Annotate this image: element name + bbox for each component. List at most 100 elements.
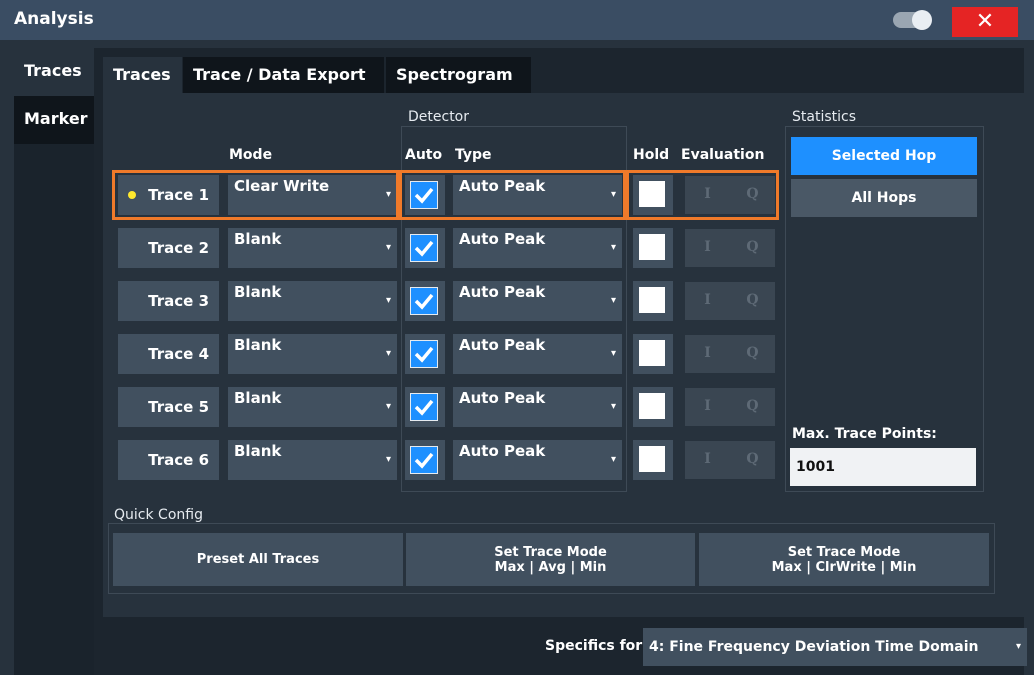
detector-type-value: Auto Peak [459, 336, 546, 354]
checkbox-checked-icon [410, 287, 438, 315]
trace-mode-dropdown[interactable]: Blank ▾ [228, 387, 397, 427]
detector-type-dropdown[interactable]: Auto Peak ▾ [453, 334, 622, 374]
set-trace-mode-max-avg-min-button[interactable]: Set Trace Mode Max | Avg | Min [406, 533, 695, 586]
evaluation-iq-toggle[interactable]: I Q [685, 282, 775, 320]
specifics-label: Specifics for [545, 638, 643, 654]
detector-type-dropdown[interactable]: Auto Peak ▾ [453, 175, 622, 215]
evaluation-iq-toggle[interactable]: I Q [685, 335, 775, 373]
all-hops-button[interactable]: All Hops [791, 179, 977, 217]
specifics-dropdown[interactable]: 4: Fine Frequency Deviation Time Domain … [643, 628, 1027, 666]
eval-i-label: I [704, 398, 711, 414]
auto-detector-checkbox[interactable] [405, 175, 445, 215]
trace-name: Trace 6 [148, 451, 209, 469]
specifics-value: 4: Fine Frequency Deviation Time Domain [649, 639, 979, 655]
trace-mode-dropdown[interactable]: Blank ▾ [228, 440, 397, 480]
auto-detector-checkbox[interactable] [405, 228, 445, 268]
tab-trace-data-export[interactable]: Trace / Data Export [183, 57, 384, 94]
trace-name: Trace 4 [148, 345, 209, 363]
dialog-title: Analysis [14, 9, 94, 29]
close-button[interactable]: ✕ [952, 7, 1018, 37]
evaluation-iq-toggle[interactable]: I Q [685, 441, 775, 479]
hold-checkbox[interactable] [633, 228, 673, 268]
detector-type-dropdown[interactable]: Auto Peak ▾ [453, 387, 622, 427]
hold-checkbox[interactable] [633, 387, 673, 427]
quick-config-label: Quick Config [114, 507, 203, 523]
chevron-down-icon: ▾ [385, 242, 391, 253]
chevron-down-icon: ▾ [610, 348, 616, 359]
trace-name: Trace 3 [148, 292, 209, 310]
toggle-knob [912, 10, 932, 30]
trace-mode-dropdown[interactable]: Blank ▾ [228, 228, 397, 268]
evaluation-iq-toggle[interactable]: I Q [685, 176, 775, 214]
trace-button[interactable]: Trace 4 [118, 334, 219, 374]
set-trace-mode-label-2: Set Trace Mode [787, 544, 901, 560]
hold-checkbox[interactable] [633, 175, 673, 215]
trace-button[interactable]: Trace 6 [118, 440, 219, 480]
checkbox-checked-icon [410, 340, 438, 368]
detector-type-value: Auto Peak [459, 389, 546, 407]
chevron-down-icon: ▾ [1015, 641, 1021, 652]
hold-checkbox[interactable] [633, 334, 673, 374]
tab-traces[interactable]: Traces [103, 57, 182, 94]
checkbox-checked-icon [410, 446, 438, 474]
auto-detector-checkbox[interactable] [405, 387, 445, 427]
side-tab-marker[interactable]: Marker [14, 96, 94, 144]
detector-type-dropdown[interactable]: Auto Peak ▾ [453, 228, 622, 268]
statistics-label: Statistics [792, 109, 856, 125]
trace-mode-dropdown[interactable]: Blank ▾ [228, 281, 397, 321]
trace-name: Trace 5 [148, 398, 209, 416]
trace-button[interactable]: Trace 1 [118, 175, 219, 215]
trace-mode-dropdown[interactable]: Clear Write ▾ [228, 175, 397, 215]
evaluation-iq-toggle[interactable]: I Q [685, 388, 775, 426]
trace-mode-dropdown[interactable]: Blank ▾ [228, 334, 397, 374]
detector-type-value: Auto Peak [459, 283, 546, 301]
hold-header: Hold [633, 147, 670, 163]
checkbox-empty-icon [639, 340, 665, 366]
set-trace-mode-label-1: Set Trace Mode [494, 544, 607, 560]
chevron-down-icon: ▾ [610, 242, 616, 253]
max-trace-points-label: Max. Trace Points: [792, 426, 937, 442]
chevron-down-icon: ▾ [610, 295, 616, 306]
max-trace-points-input[interactable]: 1001 [790, 448, 976, 486]
evaluation-iq-toggle[interactable]: I Q [685, 229, 775, 267]
checkbox-empty-icon [639, 181, 665, 207]
close-icon: ✕ [975, 9, 995, 34]
preset-all-traces-button[interactable]: Preset All Traces [113, 533, 403, 586]
trace-mode-value: Blank [234, 389, 282, 407]
hold-checkbox[interactable] [633, 281, 673, 321]
hold-checkbox[interactable] [633, 440, 673, 480]
eval-q-label: Q [746, 186, 759, 202]
trace-name: Trace 2 [148, 239, 209, 257]
set-trace-mode-max-clrwrite-min-button[interactable]: Set Trace Mode Max | ClrWrite | Min [699, 533, 989, 586]
auto-detector-checkbox[interactable] [405, 281, 445, 321]
eval-i-label: I [704, 292, 711, 308]
chevron-down-icon: ▾ [385, 348, 391, 359]
analysis-dialog: Analysis ✕ Traces Marker Traces Trace / … [0, 0, 1034, 675]
detector-type-dropdown[interactable]: Auto Peak ▾ [453, 281, 622, 321]
detector-type-dropdown[interactable]: Auto Peak ▾ [453, 440, 622, 480]
auto-header: Auto [405, 147, 443, 163]
eval-i-label: I [704, 451, 711, 467]
chevron-down-icon: ▾ [385, 401, 391, 412]
trace-button[interactable]: Trace 2 [118, 228, 219, 268]
trace-mode-value: Blank [234, 283, 282, 301]
type-header: Type [455, 147, 492, 163]
eval-q-label: Q [746, 292, 759, 308]
mode-header: Mode [229, 147, 273, 163]
eval-q-label: Q [746, 398, 759, 414]
chevron-down-icon: ▾ [610, 454, 616, 465]
tab-spectrogram[interactable]: Spectrogram [386, 57, 531, 94]
trace-button[interactable]: Trace 5 [118, 387, 219, 427]
auto-detector-checkbox[interactable] [405, 334, 445, 374]
toggle-switch[interactable] [893, 10, 932, 30]
eval-q-label: Q [746, 239, 759, 255]
auto-detector-checkbox[interactable] [405, 440, 445, 480]
side-tab-traces[interactable]: Traces [14, 48, 94, 96]
trace-mode-value: Blank [234, 336, 282, 354]
trace-mode-value: Blank [234, 442, 282, 460]
detector-type-value: Auto Peak [459, 442, 546, 460]
checkbox-checked-icon [410, 234, 438, 262]
trace-button[interactable]: Trace 3 [118, 281, 219, 321]
detector-type-value: Auto Peak [459, 177, 546, 195]
selected-hop-button[interactable]: Selected Hop [791, 137, 977, 175]
